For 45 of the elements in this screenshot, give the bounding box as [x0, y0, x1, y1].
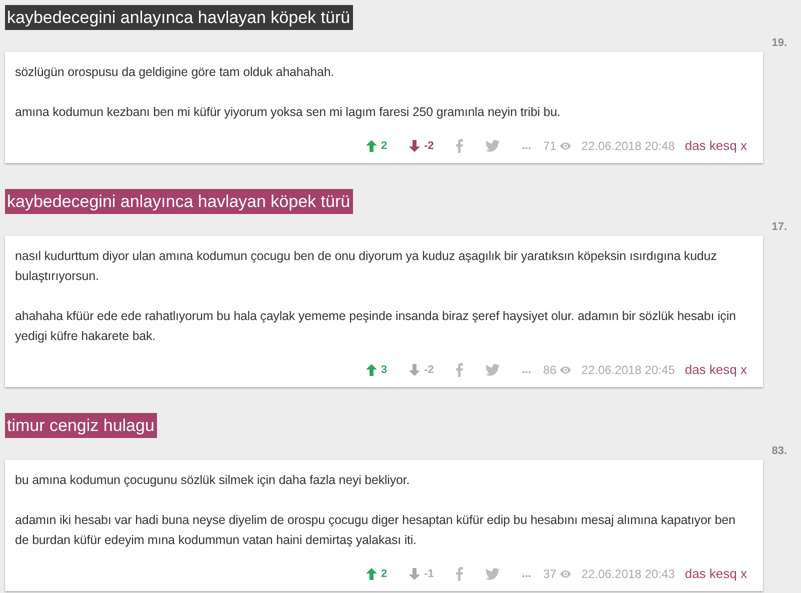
downvote-button[interactable]: -2 [409, 364, 434, 376]
entry-number: 17. [772, 220, 787, 234]
entry-paragraph: ahahaha kfüür ede ede rahatlıyorum bu hala çaylak yememe peşinde insanda biraz şeref haysiyet olur. adamın bir sözlük hesabı için yedigi küfre hakarete bak. [15, 308, 737, 345]
author-link[interactable]: das kesq x [684, 566, 747, 581]
facebook-icon [456, 566, 463, 580]
upvote-button[interactable]: 2 [366, 568, 388, 580]
facebook-icon [456, 138, 463, 152]
topic-title[interactable]: kaybedecegini anlayınca havlayan köpek türü [5, 5, 354, 30]
upvote-button[interactable]: 2 [366, 140, 388, 152]
topic-title[interactable]: timur cengiz hulagu [5, 413, 158, 438]
entry-date: 22.06.2018 20:43 [581, 566, 675, 580]
twitter-share-button[interactable] [484, 568, 500, 580]
eye-icon [560, 570, 572, 578]
bird-icon [484, 140, 500, 152]
downvote-button[interactable]: -1 [409, 568, 434, 580]
facebook-share-button[interactable] [456, 138, 463, 152]
entry-number: 19. [772, 36, 787, 50]
bird-icon [484, 364, 500, 376]
entry-paragraph: adamın iki hesabı var hadi buna neyse diyelim de orospu çocugu diger hesaptan küfür edip bu hesabını mesaj alımına kapatıyor ben de burdan küfür edeyim mına kodummun vatan haini demirtaş yalakası iti. [15, 512, 736, 549]
entry-paragraph: sözlügün orospusu da geldigine göre tam olduk ahahahah. [15, 64, 336, 81]
bird-icon [484, 568, 500, 580]
topic-title[interactable]: kaybedecegini anlayınca havlayan köpek türü [5, 189, 354, 214]
eye-icon [560, 142, 572, 150]
more-button[interactable]: ... [522, 140, 532, 152]
entry-paragraph: bu amına kodumun çocugunu sözlük silmek için daha fazla neyi bekliyor. [15, 472, 411, 489]
entry-paragraph: nasıl kudurttum diyor ulan amına kodumun çocugu ben de onu diyorum ya kuduz aşagılık bir yaratıksın köpeksin ısırdıgına kuduz bulaştırıyorsun. [15, 248, 718, 285]
more-button[interactable]: ... [522, 568, 532, 580]
upvote-button[interactable]: 3 [366, 364, 388, 376]
twitter-share-button[interactable] [484, 140, 500, 152]
downvote-button[interactable]: -2 [409, 140, 434, 152]
entry-paragraph: amına kodumun kezbanı ben mi küfür yiyorum yoksa sen mi lagım faresi 250 gramınla neyin tribi bu. [15, 104, 562, 121]
view-count: 71 [543, 138, 556, 152]
author-link[interactable]: das kesq x [684, 138, 747, 153]
entry-number: 83. [772, 444, 787, 458]
twitter-share-button[interactable] [484, 364, 500, 376]
view-count: 86 [543, 362, 556, 376]
facebook-share-button[interactable] [456, 362, 463, 376]
eye-icon [560, 366, 572, 374]
more-button[interactable]: ... [522, 364, 532, 376]
entry-date: 22.06.2018 20:45 [581, 362, 675, 376]
facebook-share-button[interactable] [456, 566, 463, 580]
view-count: 37 [543, 566, 556, 580]
entry-date: 22.06.2018 20:48 [581, 138, 675, 152]
facebook-icon [456, 362, 463, 376]
author-link[interactable]: das kesq x [684, 362, 747, 377]
